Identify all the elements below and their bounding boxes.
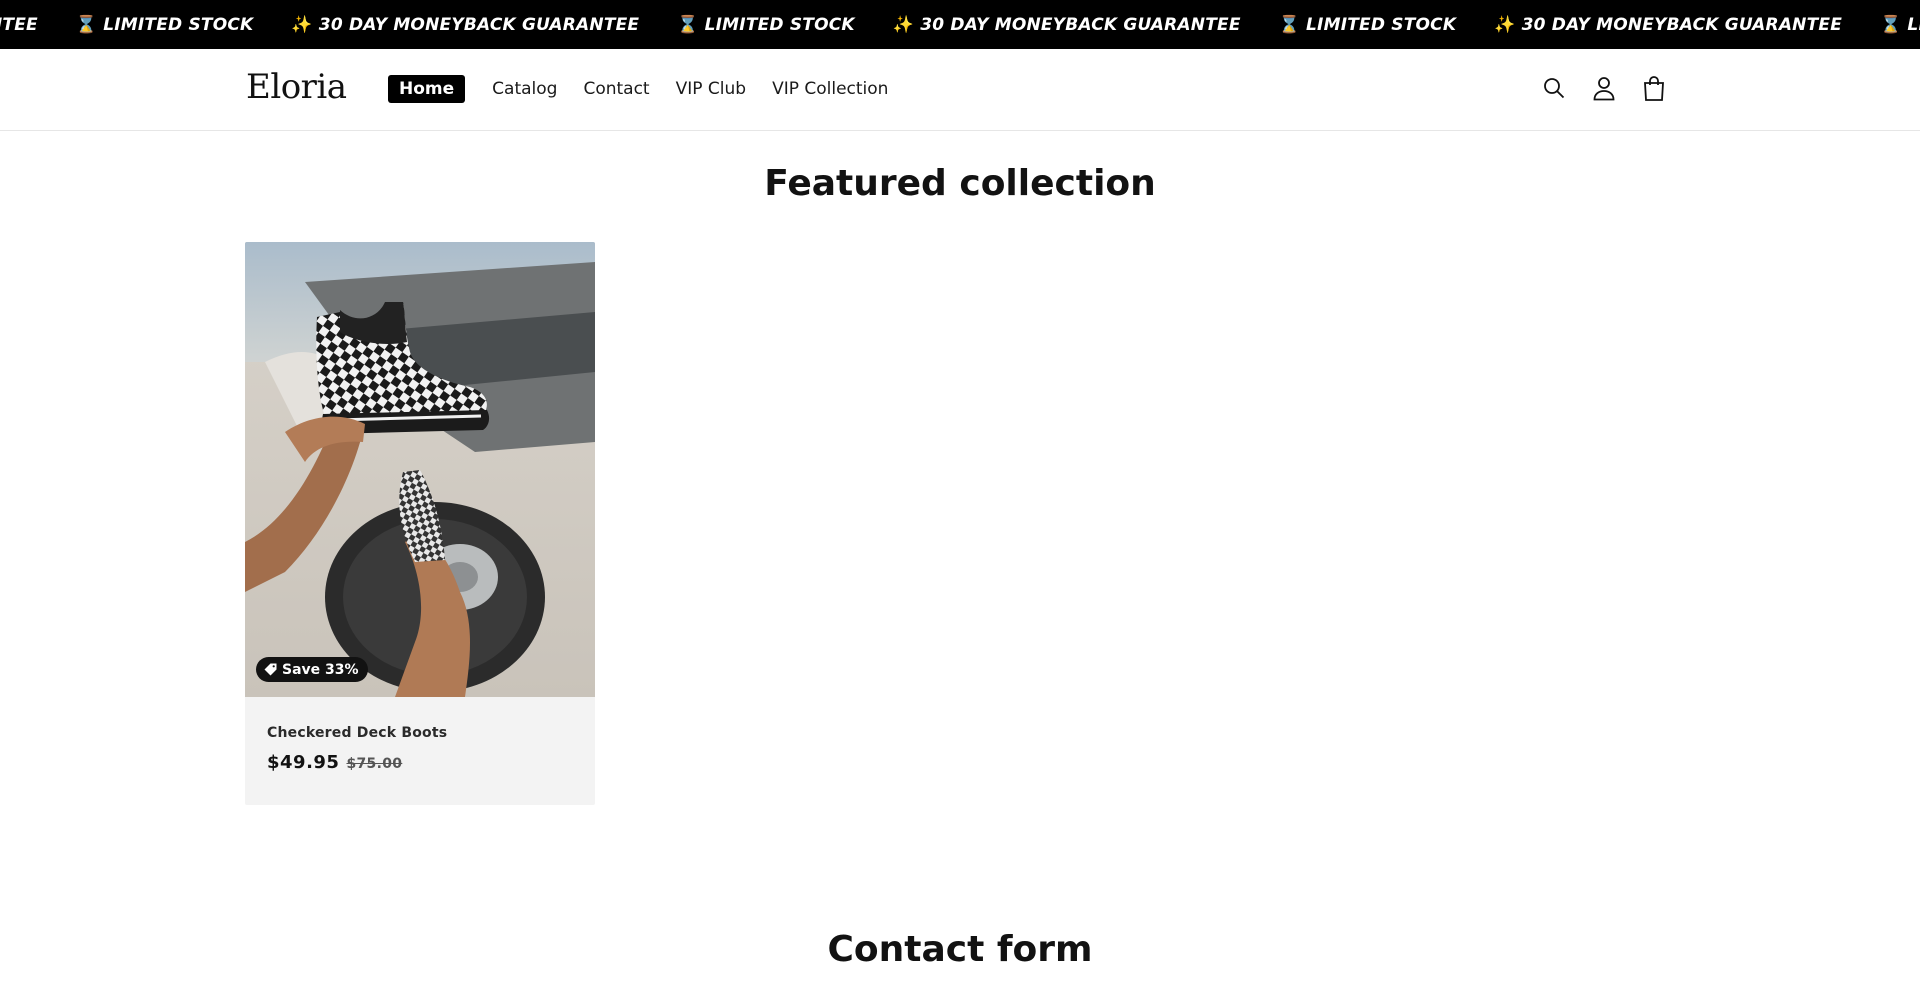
site-header: Eloria Home Catalog Contact VIP Club VIP… bbox=[0, 49, 1920, 131]
sparkles-icon: ✨ bbox=[892, 14, 915, 35]
announcement-item: ⌛LIMITED STOCK bbox=[75, 14, 254, 35]
tag-icon bbox=[264, 663, 277, 676]
announcement-item: ⌛LIMITED STOCK bbox=[1880, 14, 1920, 35]
sale-badge-label: Save 33% bbox=[282, 661, 359, 678]
nav-item-home[interactable]: Home bbox=[388, 75, 466, 103]
nav-item-vip-collection[interactable]: VIP Collection bbox=[772, 75, 888, 103]
announcement-item: ⌛LIMITED STOCK bbox=[1278, 14, 1457, 35]
product-title[interactable]: Checkered Deck Boots bbox=[267, 725, 447, 741]
announcement-item: ⌛LIMITED STOCK bbox=[677, 14, 855, 35]
main-nav: Home Catalog Contact VIP Club VIP Collec… bbox=[388, 75, 914, 103]
announcement-item: ✨ 30 DAY MONEYBACK GUARANTEE bbox=[1494, 14, 1843, 35]
announcement-track: NTEE ⌛LIMITED STOCK ✨30 DAY MONEYBACK GU… bbox=[0, 0, 1920, 49]
hourglass-icon: ⌛ bbox=[1880, 14, 1902, 35]
cart-icon[interactable] bbox=[1640, 73, 1668, 103]
nav-item-vip-club[interactable]: VIP Club bbox=[676, 75, 746, 103]
hourglass-icon: ⌛ bbox=[1278, 14, 1301, 35]
price-row: $49.95 $75.00 bbox=[267, 752, 402, 773]
contact-form-title: Contact form bbox=[827, 929, 1093, 970]
regular-price: $75.00 bbox=[346, 756, 403, 772]
nav-item-contact[interactable]: Contact bbox=[583, 75, 649, 103]
announcement-bar: NTEE ⌛LIMITED STOCK ✨30 DAY MONEYBACK GU… bbox=[0, 0, 1920, 49]
hourglass-icon: ⌛ bbox=[75, 14, 98, 35]
sparkles-icon: ✨ bbox=[291, 14, 313, 35]
account-icon[interactable] bbox=[1590, 73, 1618, 103]
nav-item-catalog[interactable]: Catalog bbox=[492, 75, 557, 103]
header-icons bbox=[1540, 73, 1668, 103]
hourglass-icon: ⌛ bbox=[677, 14, 699, 35]
sale-badge: Save 33% bbox=[256, 657, 368, 682]
announcement-item: NTEE bbox=[0, 14, 38, 35]
announcement-item: ✨ 30 DAY MONEYBACK GUARANTEE bbox=[291, 14, 640, 35]
logo[interactable]: Eloria bbox=[246, 67, 347, 107]
featured-collection-title: Featured collection bbox=[764, 163, 1156, 204]
product-image[interactable]: Save 33% bbox=[245, 242, 595, 697]
product-card[interactable]: Save 33% Checkered Deck Boots $49.95 $75… bbox=[245, 242, 595, 805]
announcement-item: ✨ 30 DAY MONEYBACK GUARANTEE bbox=[892, 14, 1241, 35]
sparkles-icon: ✨ bbox=[1494, 14, 1516, 35]
sale-price: $49.95 bbox=[267, 752, 340, 773]
search-icon[interactable] bbox=[1540, 73, 1568, 103]
